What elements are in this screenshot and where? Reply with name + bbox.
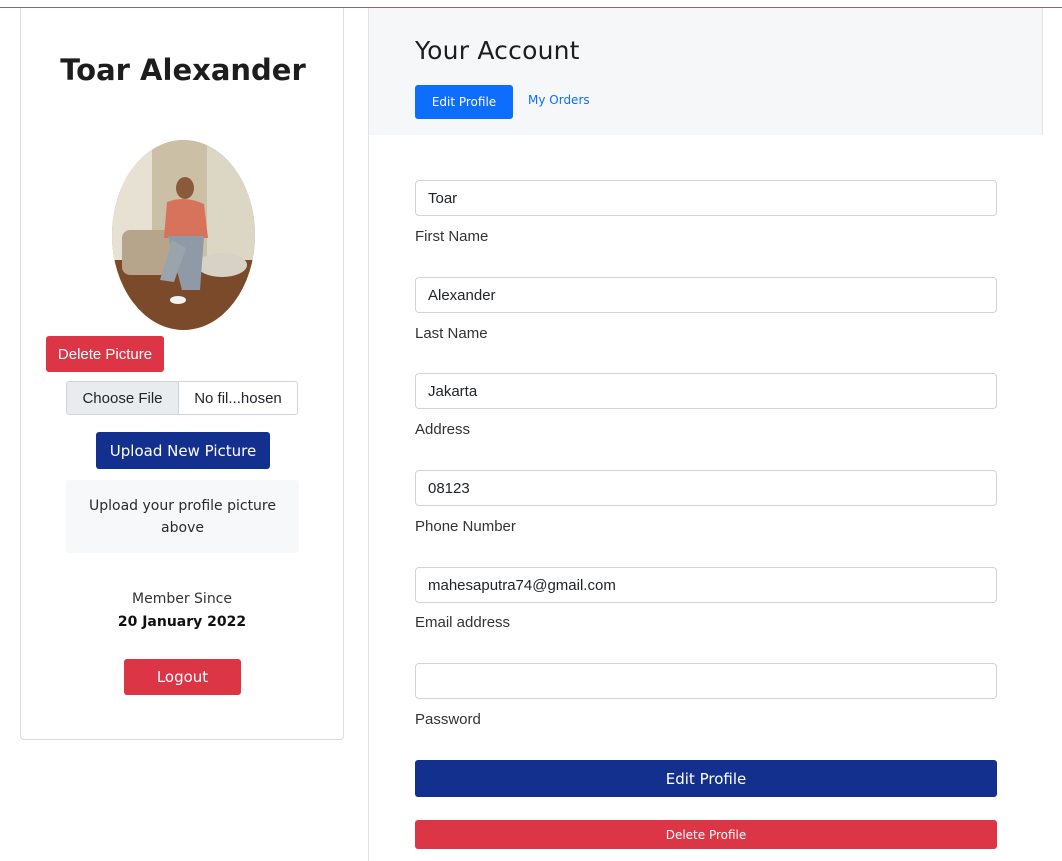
delete-profile-button[interactable]: Delete Profile [415,820,997,849]
phone-label: Phone Number [415,518,516,535]
profile-name: Toar Alexander [60,53,306,87]
profile-card: Toar Alexander [20,8,344,740]
email-input[interactable] [415,567,997,603]
avatar-photo [112,140,255,330]
phone-input[interactable] [415,470,997,506]
delete-picture-button[interactable]: Delete Picture [46,336,164,372]
file-name-text: No fil...hosen [194,389,282,407]
tab-my-orders[interactable]: My Orders [528,93,590,107]
last-name-input[interactable] [415,277,997,313]
upload-hint-box: Upload your profile picture above [66,480,299,553]
last-name-label: Last Name [415,325,488,342]
avatar [112,140,255,330]
page-title: Your Account [415,36,580,65]
upload-picture-button[interactable]: Upload New Picture [96,432,270,469]
member-since-label: Member Since [132,591,232,607]
file-input[interactable]: Choose File No fil...hosen [66,381,298,415]
upload-hint-text: Upload your profile picture above [88,497,276,536]
choose-file-button[interactable]: Choose File [67,382,179,414]
edit-profile-button[interactable]: Edit Profile [415,760,997,797]
first-name-label: First Name [415,228,489,245]
email-label: Email address [415,614,511,631]
address-label: Address [415,421,471,438]
address-input[interactable] [415,373,997,409]
logout-button[interactable]: Logout [124,659,241,695]
password-input[interactable] [415,663,997,699]
password-label: Password [415,711,481,728]
tab-edit-profile[interactable]: Edit Profile [415,85,513,119]
first-name-input[interactable] [415,180,997,216]
member-since-date: 20 January 2022 [117,614,247,630]
panel-divider [368,8,369,861]
header-edge [1042,8,1043,135]
